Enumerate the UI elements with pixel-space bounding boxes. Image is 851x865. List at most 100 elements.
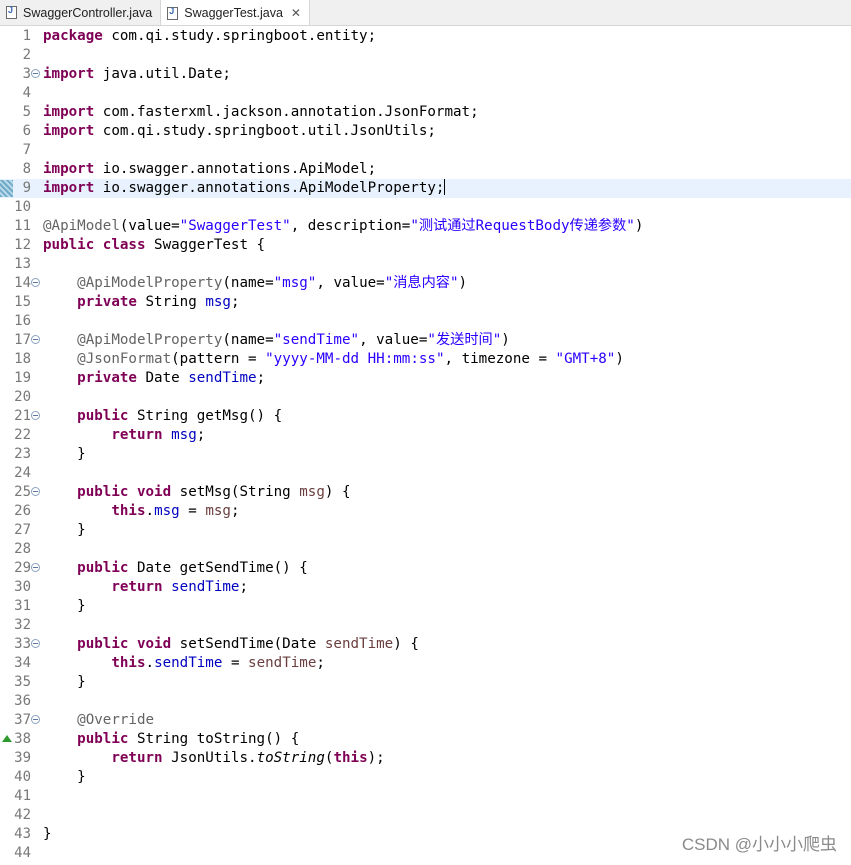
code-token: Date getSendTime() {	[128, 560, 308, 576]
code-token: package	[43, 28, 103, 44]
code-line[interactable]: 26 this.msg = msg;	[0, 502, 851, 521]
close-icon[interactable]: ✕	[291, 6, 301, 20]
code-line[interactable]: 12 public class SwaggerTest {	[0, 236, 851, 255]
code-line[interactable]: 30 return sendTime;	[0, 578, 851, 597]
code-token: com.qi.study.springboot.util.JsonUtils;	[102, 123, 436, 139]
code-line[interactable]: 17 @ApiModelProperty(name="sendTime", va…	[0, 331, 851, 350]
code-line[interactable]: 8 import io.swagger.annotations.ApiModel;	[0, 160, 851, 179]
code-text: import java.util.Date;	[43, 65, 231, 84]
code-token: ) {	[324, 484, 351, 500]
code-line[interactable]: 4	[0, 84, 851, 103]
code-token: public	[77, 484, 129, 500]
code-line[interactable]: 22 return msg;	[0, 426, 851, 445]
code-text: return msg;	[43, 426, 205, 445]
code-line[interactable]: 19 private Date sendTime;	[0, 369, 851, 388]
code-line[interactable]: 24	[0, 464, 851, 483]
code-line[interactable]: 42	[0, 806, 851, 825]
code-token: msg	[299, 484, 325, 500]
code-token: import	[43, 180, 95, 196]
code-text: public class SwaggerTest {	[43, 236, 265, 255]
code-line[interactable]: 7	[0, 141, 851, 160]
code-line[interactable]: 25 public void setMsg(String msg) {	[0, 483, 851, 502]
code-token: toString	[256, 750, 325, 766]
code-line[interactable]: 27 }	[0, 521, 851, 540]
code-token: import	[43, 123, 95, 139]
code-token: .	[145, 503, 155, 519]
fold-collapse-icon[interactable]	[31, 411, 40, 420]
fold-collapse-icon[interactable]	[31, 715, 40, 724]
code-token: );	[367, 750, 385, 766]
code-line[interactable]: 35 }	[0, 673, 851, 692]
code-token: ;	[316, 655, 325, 671]
code-line[interactable]: 16	[0, 312, 851, 331]
code-line[interactable]: 20	[0, 388, 851, 407]
line-number: 6	[22, 123, 31, 139]
code-token: "msg"	[273, 275, 317, 291]
code-token: setSendTime(Date	[171, 636, 325, 652]
code-token: msg	[205, 294, 231, 310]
tab-swaggercontroller-java[interactable]: SwaggerController.java	[0, 0, 162, 25]
code-line[interactable]: 15 private String msg;	[0, 293, 851, 312]
line-number: 5	[22, 104, 31, 120]
fold-collapse-icon[interactable]	[31, 639, 40, 648]
code-token: )	[501, 332, 510, 348]
code-line[interactable]: 9 import io.swagger.annotations.ApiModelP…	[0, 179, 851, 198]
code-line[interactable]: 33 public void setSendTime(Date sendTime…	[0, 635, 851, 654]
code-token: sendTime	[324, 636, 394, 652]
code-line[interactable]: 37 @Override	[0, 711, 851, 730]
code-token: public	[77, 636, 129, 652]
code-line[interactable]: 34 this.sendTime = sendTime;	[0, 654, 851, 673]
tab-swaggertest-java[interactable]: SwaggerTest.java ✕	[161, 0, 310, 25]
code-line[interactable]: 23 }	[0, 445, 851, 464]
line-number: 11	[14, 218, 31, 234]
fold-collapse-icon[interactable]	[31, 69, 40, 78]
code-line[interactable]: 1 package com.qi.study.springboot.entity;	[0, 27, 851, 46]
code-token: SwaggerTest {	[145, 237, 266, 253]
fold-collapse-icon[interactable]	[31, 487, 40, 496]
code-line[interactable]: 6 import com.qi.study.springboot.util.Jso…	[0, 122, 851, 141]
code-line[interactable]: 28	[0, 540, 851, 559]
code-line[interactable]: 18 @JsonFormat(pattern = "yyyy-MM-dd HH:…	[0, 350, 851, 369]
code-token: (pattern =	[171, 351, 266, 367]
code-line[interactable]: 3 import java.util.Date;	[0, 65, 851, 84]
fold-collapse-icon[interactable]	[31, 335, 40, 344]
code-line[interactable]: 38 public String toString() {	[0, 730, 851, 749]
code-token: msg	[205, 503, 231, 519]
fold-collapse-icon[interactable]	[31, 563, 40, 572]
line-number: 7	[22, 142, 31, 158]
code-token: }	[43, 674, 86, 690]
line-number: 36	[14, 693, 31, 709]
code-text: private Date sendTime;	[43, 369, 265, 388]
code-token: com.fasterxml.jackson.annotation.JsonFor…	[102, 104, 479, 120]
fold-collapse-icon[interactable]	[31, 278, 40, 287]
code-token: (name=	[222, 332, 274, 348]
code-line[interactable]: 14 @ApiModelProperty(name="msg", value="…	[0, 274, 851, 293]
code-line[interactable]: 36	[0, 692, 851, 711]
code-line[interactable]: 5 import com.fasterxml.jackson.annotation…	[0, 103, 851, 122]
code-line[interactable]: 2	[0, 46, 851, 65]
code-line[interactable]: 11 @ApiModel(value="SwaggerTest", descrip…	[0, 217, 851, 236]
code-line[interactable]: 40 }	[0, 768, 851, 787]
code-token: "sendTime"	[273, 332, 360, 348]
code-line[interactable]: 10	[0, 198, 851, 217]
code-line[interactable]: 31 }	[0, 597, 851, 616]
line-number: 15	[14, 294, 31, 310]
code-token: private	[77, 370, 137, 386]
code-line[interactable]: 32	[0, 616, 851, 635]
code-line[interactable]: 29 public Date getSendTime() {	[0, 559, 851, 578]
code-token: "SwaggerTest"	[179, 218, 291, 234]
code-editor[interactable]: 1 package com.qi.study.springboot.entity;…	[0, 26, 851, 865]
code-line[interactable]: 41	[0, 787, 851, 806]
code-line[interactable]: 39 return JsonUtils.toString(this);	[0, 749, 851, 768]
java-file-icon	[167, 6, 179, 20]
code-line[interactable]: 21 public String getMsg() {	[0, 407, 851, 426]
code-token: msg	[154, 503, 180, 519]
line-number: 43	[14, 826, 31, 842]
code-line[interactable]: 13	[0, 255, 851, 274]
line-number: 35	[14, 674, 31, 690]
